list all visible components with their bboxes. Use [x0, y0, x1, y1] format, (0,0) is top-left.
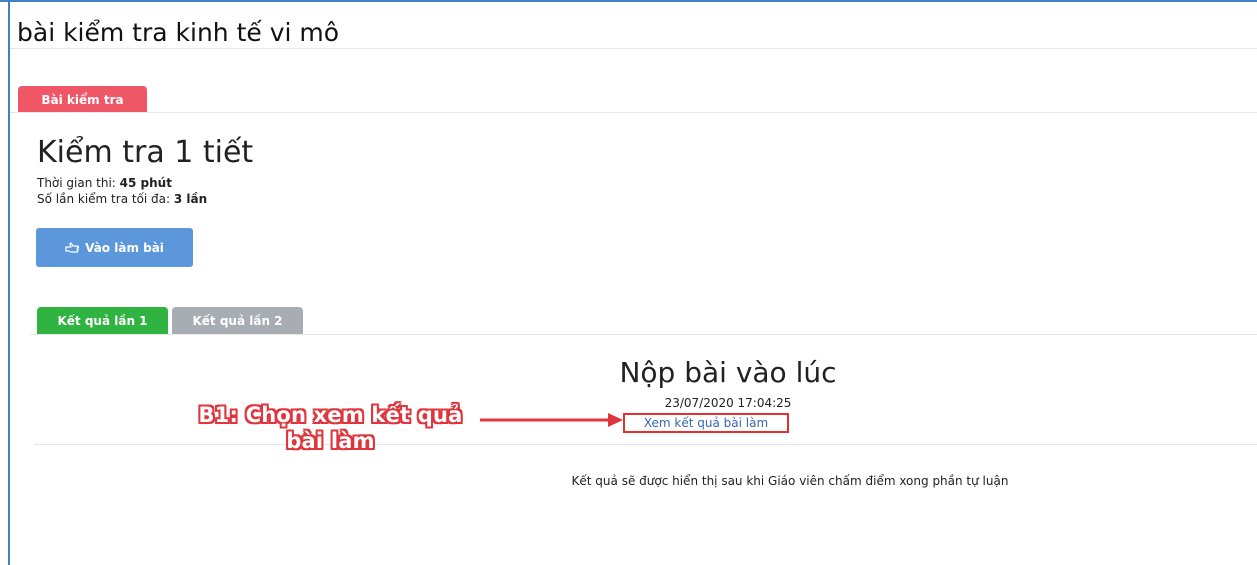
tab-result-1[interactable]: Kết quả lần 1 — [37, 307, 168, 335]
attempts-label: Số lần kiểm tra tối đa: — [37, 192, 174, 206]
duration-label: Thời gian thi: — [37, 176, 120, 190]
exam-duration: Thời gian thi: 45 phút — [37, 176, 172, 190]
annotation-arrow-icon — [480, 413, 623, 427]
submission-time: 23/07/2020 17:04:25 — [664, 396, 792, 410]
result-tab-divider — [30, 334, 1257, 335]
view-result-link[interactable]: Xem kết quả bài làm — [623, 413, 789, 433]
start-exam-button[interactable]: Vào làm bài — [36, 228, 193, 267]
tab-divider — [10, 112, 1257, 113]
title-divider — [10, 48, 1257, 49]
tab-result-2[interactable]: Kết quả lần 2 — [172, 307, 303, 335]
exam-max-attempts: Số lần kiểm tra tối đa: 3 lần — [37, 192, 207, 206]
submission-title: Nộp bài vào lúc — [619, 356, 837, 389]
exam-title: Kiểm tra 1 tiết — [37, 135, 254, 170]
annotation-line-2: bài làm — [286, 429, 375, 453]
annotation-callout: B1: Chọn xem kết quả bài làm — [188, 402, 473, 454]
tab-bai-kiem-tra[interactable]: Bài kiểm tra — [18, 86, 147, 113]
window-top-border — [0, 0, 1257, 2]
page-title: bài kiểm tra kinh tế vi mô — [17, 18, 340, 47]
annotation-line-1: B1: Chọn xem kết quả — [198, 403, 463, 427]
hand-pointing-icon — [65, 241, 80, 253]
start-exam-label: Vào làm bài — [85, 240, 164, 255]
result-note: Kết quả sẽ được hiển thị sau khi Giáo vi… — [571, 474, 1009, 488]
window-left-border — [8, 0, 10, 565]
duration-value: 45 phút — [119, 176, 172, 190]
attempts-value: 3 lần — [173, 192, 208, 206]
